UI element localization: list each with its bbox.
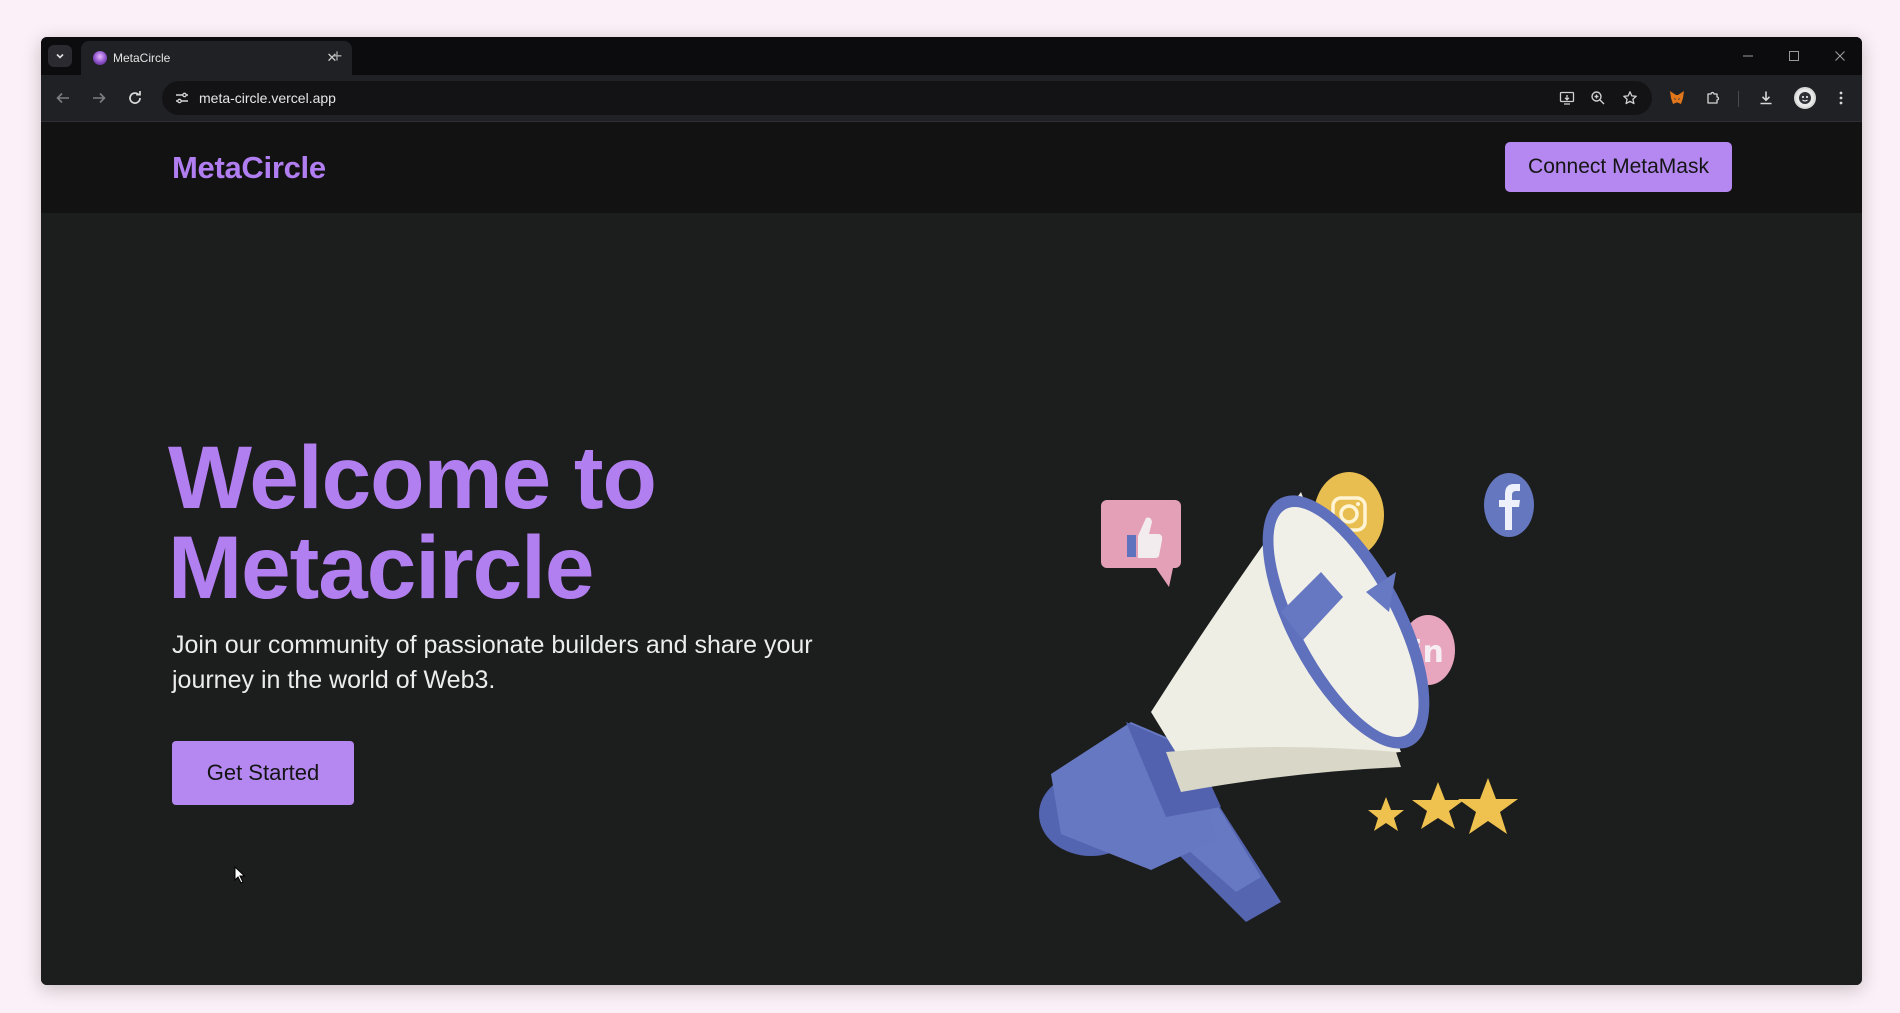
zoom-icon[interactable] [1586, 86, 1610, 110]
chevron-down-icon [56, 53, 64, 59]
hero-title-line-1: Welcome to [168, 427, 657, 527]
metamask-extension-icon[interactable] [1665, 86, 1689, 110]
install-app-icon[interactable] [1555, 86, 1579, 110]
browser-menu-icon[interactable] [1829, 86, 1853, 110]
minimize-icon[interactable] [1737, 45, 1759, 67]
url-text: meta-circle.vercel.app [199, 90, 336, 106]
tab-search-button[interactable] [48, 45, 72, 67]
maximize-icon[interactable] [1783, 45, 1805, 67]
profile-avatar[interactable] [1794, 87, 1816, 109]
bookmark-star-icon[interactable] [1618, 86, 1642, 110]
close-window-icon[interactable] [1829, 45, 1851, 67]
rating-stars-icon [1368, 778, 1518, 834]
connect-metamask-button[interactable]: Connect MetaMask [1505, 142, 1732, 192]
mouse-cursor-icon [234, 866, 246, 884]
web-page: MetaCircle Connect MetaMask Welcome to M… [41, 122, 1862, 985]
site-navbar: MetaCircle Connect MetaMask [41, 122, 1862, 213]
hero-title: Welcome to Metacircle [168, 432, 868, 612]
browser-tab[interactable]: MetaCircle ✕ [81, 41, 352, 75]
browser-toolbar: meta-circle.vercel.app [41, 75, 1862, 122]
back-button[interactable] [51, 86, 75, 110]
address-bar[interactable]: meta-circle.vercel.app [162, 81, 1652, 115]
arrow-left-icon [56, 92, 69, 104]
toolbar-divider [1738, 91, 1739, 107]
profile-face-icon [1799, 92, 1811, 104]
hero-subtitle: Join our community of passionate builder… [172, 631, 813, 694]
brand-logo[interactable]: MetaCircle [172, 150, 326, 186]
reload-button[interactable] [123, 86, 147, 110]
hero-title-line-2: Metacircle [168, 517, 594, 617]
tab-title: MetaCircle [113, 51, 171, 65]
downloads-icon[interactable] [1754, 86, 1778, 110]
browser-window: MetaCircle ✕ + meta-circle.vercel.app Me… [41, 37, 1862, 985]
site-info-icon[interactable] [170, 86, 194, 110]
get-started-button[interactable]: Get Started [172, 741, 354, 805]
thumbs-up-bubble-icon [1101, 500, 1181, 587]
extensions-puzzle-icon[interactable] [1701, 86, 1725, 110]
forward-button[interactable] [87, 86, 111, 110]
reload-icon [129, 91, 141, 104]
site-favicon-icon [93, 51, 107, 65]
arrow-right-icon [93, 92, 106, 104]
new-tab-button[interactable]: + [326, 45, 348, 67]
tab-strip: MetaCircle ✕ + [41, 37, 1862, 75]
megaphone-illustration: in [1039, 472, 1534, 922]
facebook-badge-icon [1484, 473, 1534, 537]
